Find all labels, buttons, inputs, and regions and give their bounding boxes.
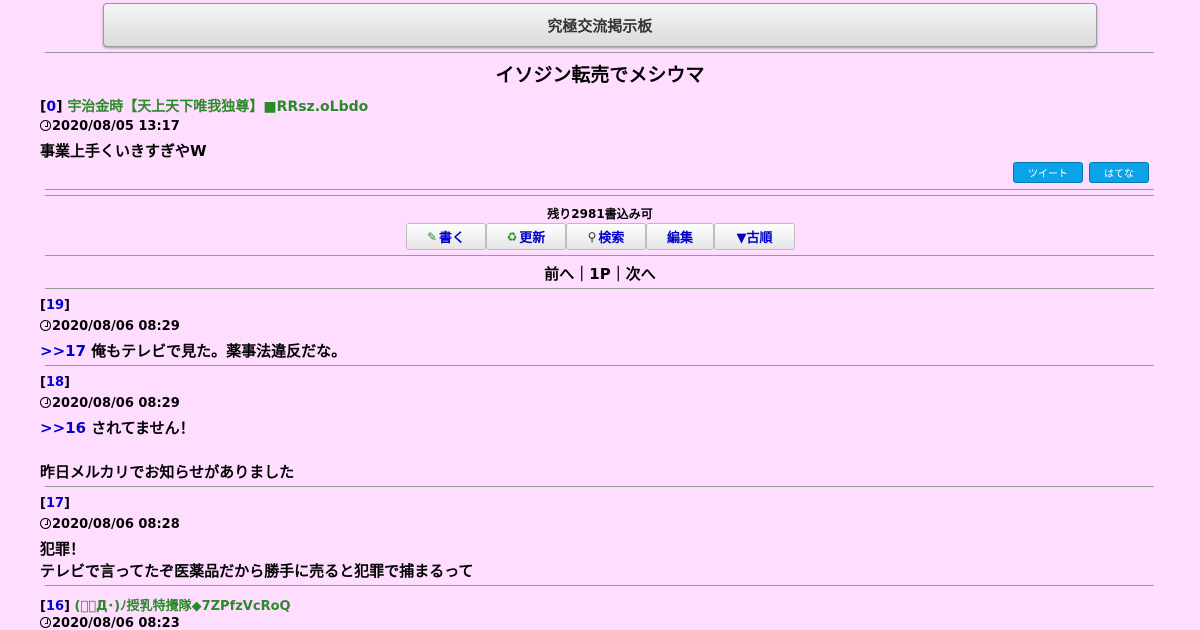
post-number-link[interactable]: 16 (46, 599, 64, 614)
clock-icon (40, 320, 51, 331)
prev-page-link[interactable]: 前へ (544, 265, 574, 283)
divider (45, 189, 1154, 190)
post-date: 2020/08/06 08:28 (40, 517, 180, 532)
first-post-body: 事業上手くいきすぎやW (40, 142, 207, 160)
post-number-link[interactable]: 0 (46, 99, 56, 115)
post-date: 2020/08/06 08:29 (40, 319, 180, 334)
divider (45, 288, 1154, 289)
first-post-header: [0] 宇治金時【天上天下唯我独尊】■RRsz.oLbdo (40, 99, 369, 115)
pencil-icon: ✎ (426, 229, 438, 244)
search-icon: ⚲ (587, 229, 597, 244)
divider (45, 255, 1154, 256)
clock-icon (40, 617, 51, 628)
post-body-line: 昨日メルカリでお知らせがありました (40, 463, 295, 481)
first-post-date: 2020/08/05 13:17 (40, 119, 180, 134)
clock-icon (40, 397, 51, 408)
post-date: 2020/08/06 08:29 (40, 396, 180, 411)
hatena-button[interactable]: はてな (1089, 162, 1149, 183)
post-body: >>16 されてません！ (40, 419, 195, 437)
divider (45, 585, 1154, 586)
site-title: 究極交流掲示板 (547, 16, 653, 35)
write-button[interactable]: ✎ 書く (406, 223, 486, 250)
post-number-link[interactable]: 17 (46, 496, 64, 511)
post-header: [16] (ﾟ･Д･)ﾉ授乳特攪隊◆7ZPfzVcRoQ (40, 599, 291, 614)
post-number-link[interactable]: 19 (46, 298, 64, 313)
post-body-line: テレビで言ってたぞ医薬品だから勝手に売ると犯罪で捕まるって (40, 562, 474, 580)
site-title-header[interactable]: 究極交流掲示板 (103, 3, 1097, 47)
thread-title: イソジン転売でメシウマ (495, 64, 705, 86)
reply-anchor-link[interactable]: >>17 (40, 342, 86, 360)
post-number: [18] (40, 375, 70, 390)
divider (45, 486, 1154, 487)
search-button[interactable]: ⚲ 検索 (566, 223, 646, 250)
remaining-count: 残り2981書込み可 (547, 207, 653, 221)
current-page[interactable]: 1P (589, 265, 610, 283)
reply-anchor-link[interactable]: >>16 (40, 419, 86, 437)
post-number: [17] (40, 496, 70, 511)
clock-icon (40, 120, 51, 131)
post-body-line: 犯罪！ (40, 540, 86, 558)
refresh-icon: ♻ (506, 229, 518, 244)
clock-icon (40, 518, 51, 529)
pager: 前へ｜1P｜次へ (544, 265, 656, 283)
post-body: >>17 俺もテレビで見た。薬事法違反だな。 (40, 342, 347, 360)
post-date: 2020/08/06 08:23 (40, 616, 180, 630)
update-button[interactable]: ♻ 更新 (486, 223, 566, 250)
poster-name: 宇治金時【天上天下唯我独尊】■RRsz.oLbdo (67, 99, 369, 115)
thread-toolbar: ✎ 書く ♻ 更新 ⚲ 検索 編集 ▼古順 (406, 223, 795, 250)
post-number: [19] (40, 298, 70, 313)
poster-name: (ﾟ･Д･)ﾉ授乳特攪隊◆7ZPfzVcRoQ (74, 599, 291, 614)
post-number-link[interactable]: 18 (46, 375, 64, 390)
divider (45, 365, 1154, 366)
tweet-button[interactable]: ツイート (1013, 162, 1083, 183)
sort-old-button[interactable]: ▼古順 (714, 223, 795, 250)
edit-button[interactable]: 編集 (646, 223, 714, 250)
divider (45, 52, 1154, 53)
next-page-link[interactable]: 次へ (626, 265, 656, 283)
divider (45, 195, 1154, 196)
